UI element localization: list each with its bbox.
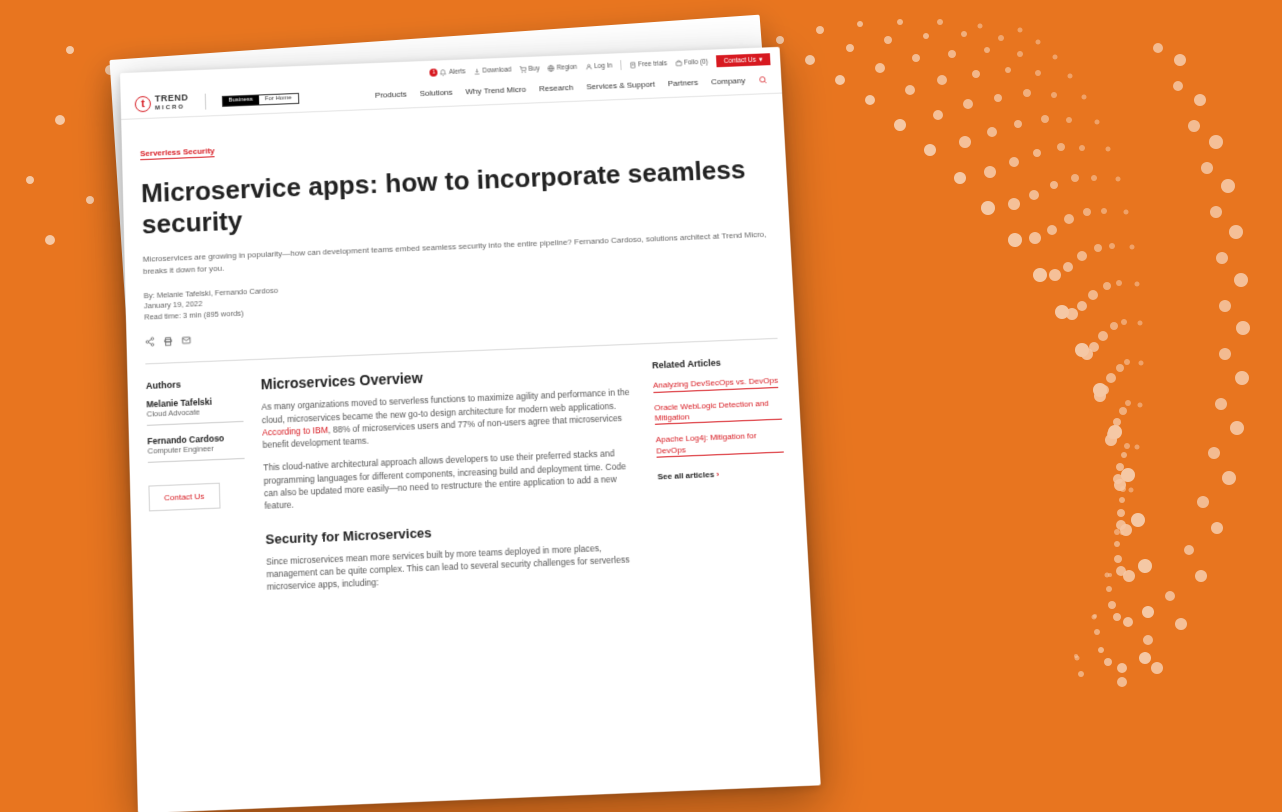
nav-research[interactable]: Research (539, 82, 574, 92)
see-all-link[interactable]: See all articles › (657, 467, 785, 481)
buy-label: Buy (528, 65, 540, 72)
sidebar-related: Related Articles Analyzing DevSecOps vs.… (652, 355, 791, 588)
sidebar-authors: Authors Melanie Tafelski Cloud Advocate … (146, 377, 249, 609)
segment-business[interactable]: Business (222, 95, 259, 105)
bell-icon (440, 69, 447, 76)
login-link[interactable]: Log In (585, 62, 612, 70)
folio-link[interactable]: Folio (0) (675, 58, 708, 66)
search-icon[interactable] (758, 75, 767, 84)
authors-heading: Authors (146, 377, 243, 391)
related-link[interactable]: Apache Log4j: Mitigation for DevOps (656, 430, 784, 458)
chevron-right-icon: › (716, 470, 719, 479)
download-label: Download (482, 66, 511, 74)
related-link[interactable]: Analyzing DevSecOps vs. DevOps (653, 376, 779, 393)
inline-link[interactable]: According to IBM (262, 425, 328, 438)
article-body: Microservices Overview As many organizat… (260, 361, 644, 604)
contact-us-button-sidebar[interactable]: Contact Us (148, 483, 220, 512)
related-link[interactable]: Oracle WebLogic Detection and Mitigation (654, 398, 782, 425)
paragraph: Since microservices mean more services b… (266, 540, 644, 594)
nav-partners[interactable]: Partners (668, 77, 699, 87)
nav-services[interactable]: Services & Support (586, 79, 655, 91)
article-page: 1 Alerts Download Buy Region (120, 47, 821, 812)
brand-logo[interactable]: TRENDMICRO (135, 94, 189, 112)
alert-badge: 1 (430, 68, 438, 76)
author-card: Melanie Tafelski Cloud Advocate (146, 396, 243, 427)
divider (204, 94, 205, 110)
cart-icon (519, 65, 526, 72)
divider (620, 60, 621, 70)
download-link[interactable]: Download (473, 66, 511, 74)
paragraph: As many organizations moved to serverles… (261, 386, 637, 452)
buy-link[interactable]: Buy (519, 65, 539, 73)
freetrials-link[interactable]: Free trials (629, 60, 667, 68)
freetrials-label: Free trials (638, 60, 667, 68)
related-heading: Related Articles (652, 355, 779, 370)
nav-company[interactable]: Company (711, 76, 746, 86)
logo-mark-icon (135, 96, 151, 113)
contact-us-button[interactable]: Contact Us ▾ (716, 53, 771, 67)
region-link[interactable]: Region (547, 63, 577, 71)
author-card: Fernando Cardoso Computer Engineer (147, 432, 244, 463)
globe-icon (547, 64, 554, 71)
user-icon (585, 63, 592, 70)
paragraph: This cloud-native architectural approach… (263, 447, 640, 513)
segment-home[interactable]: For Home (259, 93, 298, 104)
share-icon[interactable] (145, 337, 155, 348)
folio-label: Folio (0) (684, 58, 708, 66)
alerts-label: Alerts (449, 68, 466, 76)
nav-why[interactable]: Why Trend Micro (465, 84, 526, 95)
region-label: Region (556, 63, 577, 71)
page-title: Microservice apps: how to incorporate se… (141, 153, 771, 240)
nav-products[interactable]: Products (375, 89, 407, 99)
chevron-down-icon: ▾ (759, 56, 763, 64)
document-icon (629, 61, 636, 68)
breadcrumb[interactable]: Serverless Security (140, 146, 215, 160)
nav-solutions[interactable]: Solutions (419, 87, 452, 97)
print-icon[interactable] (163, 336, 173, 347)
mail-icon[interactable] (181, 335, 191, 346)
audience-segment[interactable]: Business For Home (221, 92, 298, 106)
briefcase-icon (675, 59, 682, 66)
download-icon (473, 67, 480, 74)
alerts-link[interactable]: 1 Alerts (430, 67, 466, 76)
contact-label: Contact Us (724, 56, 756, 64)
logo-text: TRENDMICRO (155, 94, 189, 111)
login-label: Log In (594, 62, 612, 70)
